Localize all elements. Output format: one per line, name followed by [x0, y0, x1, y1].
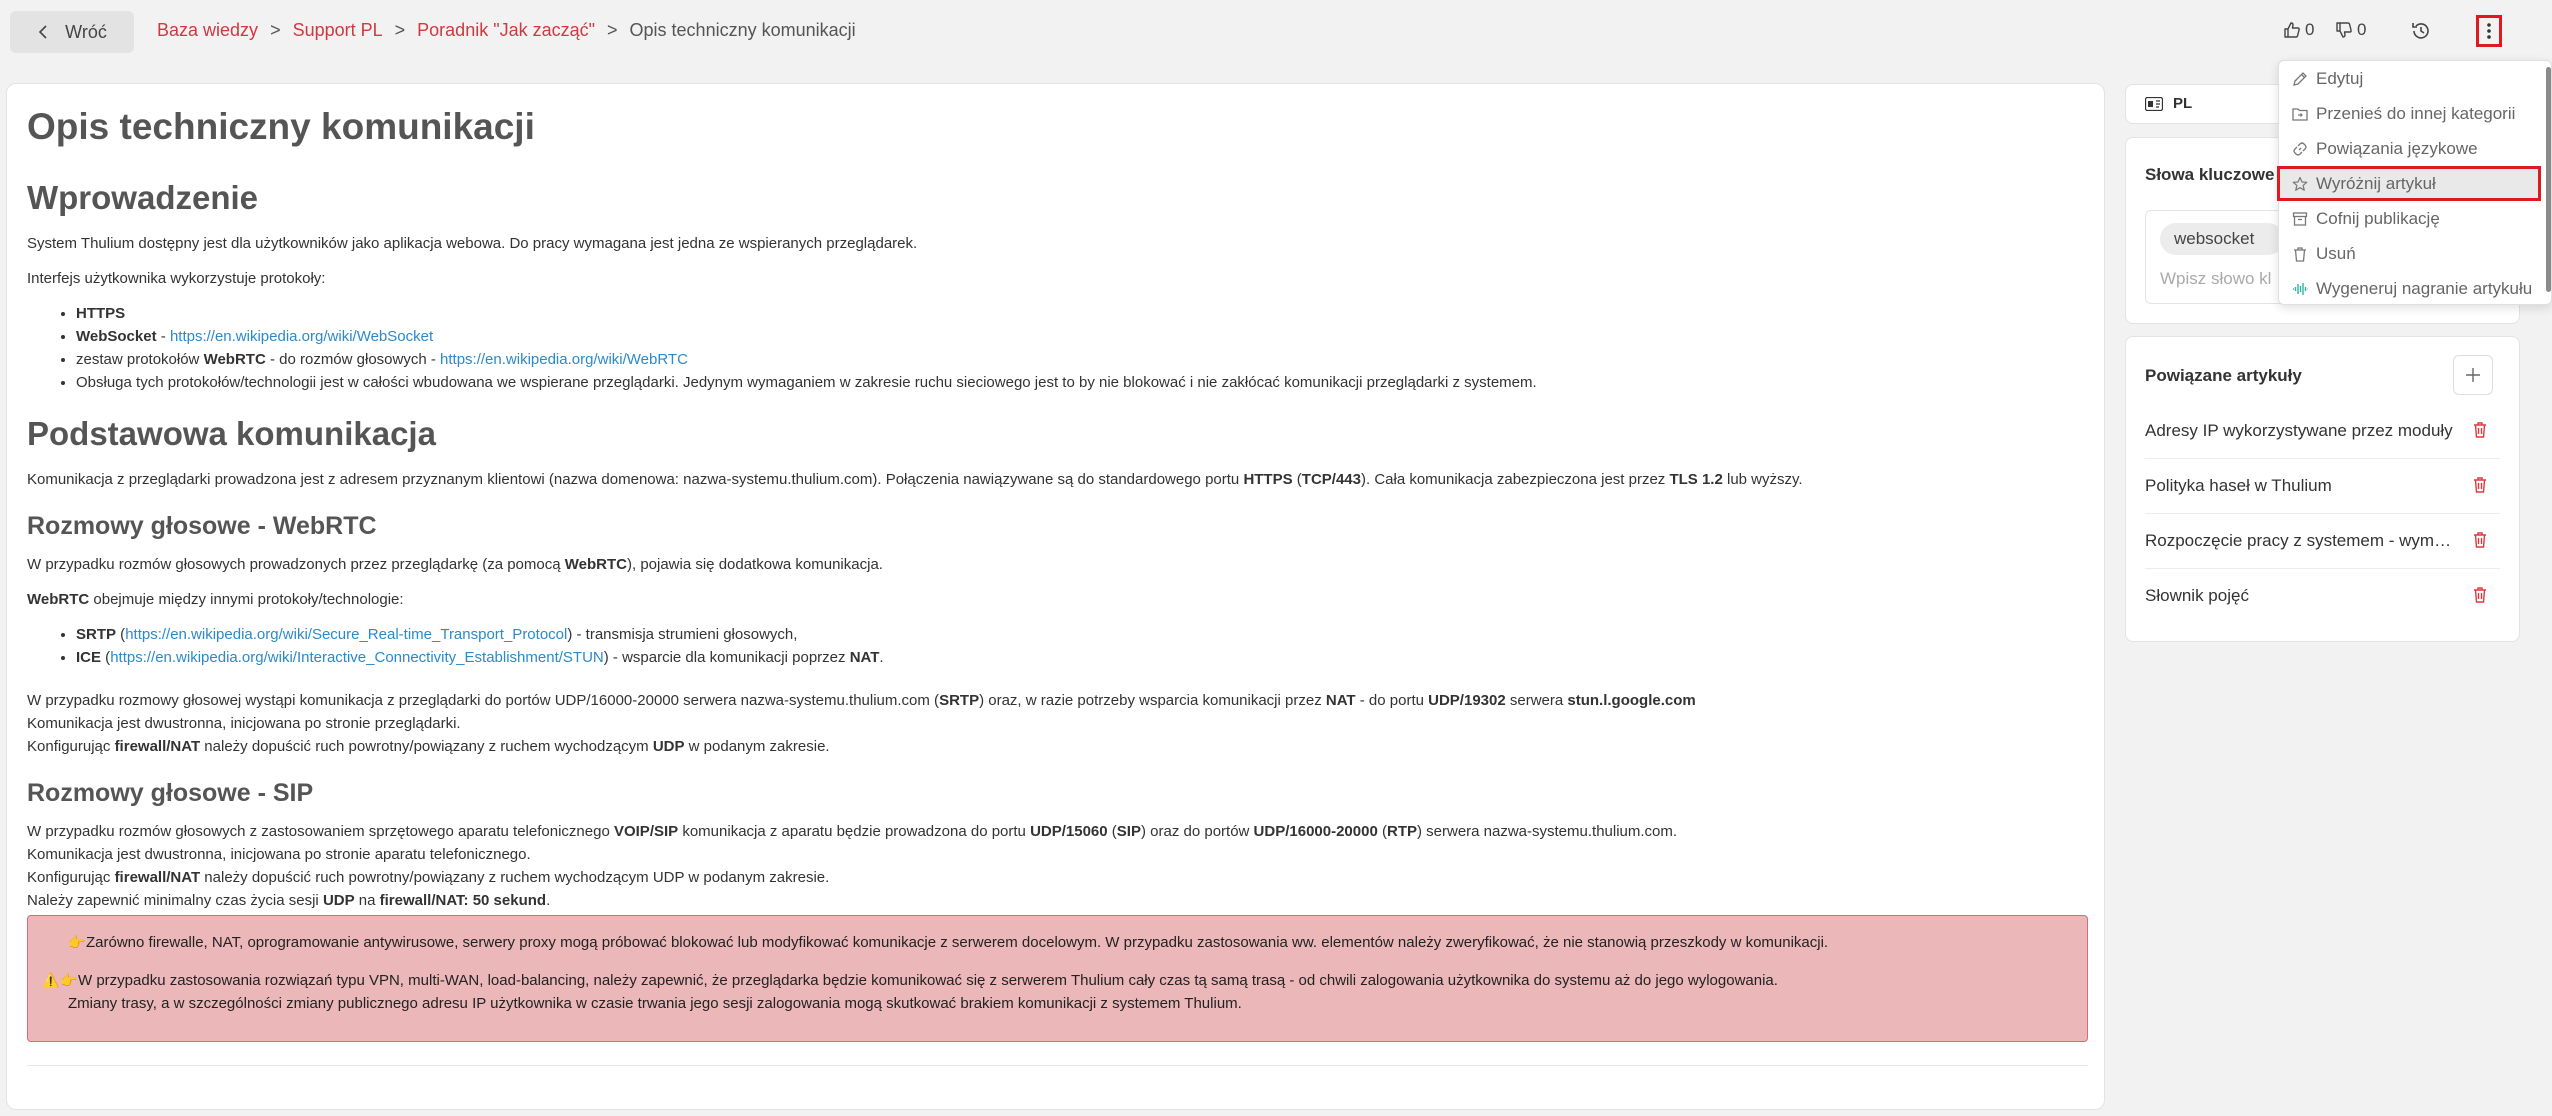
alert-line: Zmiany trasy, a w szczególności zmiany p… [68, 995, 1242, 1012]
page-title: Opis techniczny komunikacji [27, 106, 535, 147]
warning-icon: ⚠️ [42, 972, 60, 988]
menu-item-edit[interactable]: Edytuj [2279, 61, 2541, 96]
related-article-item: Polityka haseł w Thulium [2145, 459, 2500, 514]
sip-session-paragraph: Należy zapewnić minimalny czas życia ses… [27, 892, 551, 909]
srtp-link[interactable]: https://en.wikipedia.org/wiki/Secure_Rea… [125, 626, 567, 643]
basic-paragraph: Komunikacja z przeglądarki prowadzona je… [27, 471, 1803, 488]
more-options-button[interactable] [2476, 15, 2502, 47]
related-article-link[interactable]: Polityka haseł w Thulium [2145, 476, 2455, 496]
webrtc-protocols-intro: WebRTC obejmuje między innymi protokoły/… [27, 591, 404, 608]
menu-item-language-links[interactable]: Powiązania językowe [2279, 131, 2541, 166]
related-article-link[interactable]: Słownik pojęć [2145, 586, 2455, 606]
like-button[interactable]: 0 [2283, 20, 2314, 40]
breadcrumb-separator: > [394, 20, 406, 40]
like-count: 0 [2305, 20, 2315, 39]
related-article-link[interactable]: Rozpoczęcie pracy z systemem - wymagania [2145, 531, 2455, 551]
breadcrumb-separator: > [607, 20, 618, 40]
related-article-item: Rozpoczęcie pracy z systemem - wymagania [2145, 514, 2500, 569]
chevron-left-icon [39, 25, 47, 39]
breadcrumb-item-guide[interactable]: Poradnik "Jak zacząć" [417, 20, 595, 41]
section-heading-webrtc: Rozmowy głosowe - WebRTC [27, 512, 377, 540]
trash-icon[interactable] [2472, 476, 2488, 494]
related-article-item: Adresy IP wykorzystywane przez moduły [2145, 404, 2500, 459]
webrtc-ports-paragraph: W przypadku rozmowy głosowej wystąpi kom… [27, 692, 1696, 709]
sip-firewall-paragraph: Konfigurując firewall/NAT należy dopuści… [27, 869, 830, 886]
intro-paragraph: System Thulium dostępny jest dla użytkow… [27, 235, 918, 252]
related-article-item: Słownik pojęć [2145, 569, 2500, 624]
menu-item-generate-audio[interactable]: Wygeneruj nagranie artykułu [2279, 271, 2541, 306]
dislike-button[interactable]: 0 [2335, 20, 2366, 40]
article-content: Opis techniczny komunikacji Wprowadzenie… [27, 106, 2087, 912]
section-heading-intro: Wprowadzenie [27, 179, 259, 216]
plus-icon [2466, 368, 2480, 382]
menu-item-feature-article[interactable]: Wyróżnij artykuł [2277, 166, 2541, 201]
menu-item-delete[interactable]: Usuń [2279, 236, 2541, 271]
trash-icon[interactable] [2472, 421, 2488, 439]
article-card: Opis techniczny komunikacji Wprowadzenie… [6, 83, 2105, 1110]
menu-item-move[interactable]: Przenieś do innej kategorii [2279, 96, 2541, 131]
trash-icon [2294, 246, 2306, 262]
archive-icon [2292, 211, 2308, 226]
audio-wave-icon [2293, 282, 2308, 295]
add-related-button[interactable] [2453, 355, 2493, 395]
section-heading-sip: Rozmowy głosowe - SIP [27, 779, 314, 807]
related-article-link[interactable]: Adresy IP wykorzystywane przez moduły [2145, 421, 2455, 441]
webrtc-link[interactable]: https://en.wikipedia.org/wiki/WebRTC [440, 351, 688, 368]
trash-icon[interactable] [2472, 586, 2488, 604]
sip-paragraph: W przypadku rozmów głosowych z zastosowa… [27, 823, 1678, 840]
language-label: PL [2173, 95, 2193, 112]
pointing-hand-icon: 👉 [68, 934, 86, 950]
keyword-chip[interactable]: websocket [2160, 223, 2285, 255]
divider [27, 1065, 2088, 1066]
list-item: SRTP (https://en.wikipedia.org/wiki/Secu… [76, 623, 2087, 646]
list-item: ICE (https://en.wikipedia.org/wiki/Inter… [76, 646, 2087, 669]
menu-scrollbar[interactable] [2546, 67, 2551, 292]
language-icon [2145, 96, 2163, 111]
breadcrumb-item-support-pl[interactable]: Support PL [293, 20, 383, 41]
back-button[interactable]: Wróć [10, 11, 134, 53]
link-icon [2293, 141, 2307, 156]
trash-icon[interactable] [2472, 531, 2488, 549]
protocols-intro: Interfejs użytkownika wykorzystuje proto… [27, 270, 326, 287]
top-bar: Wróć Baza wiedzy > Support PL > Poradnik… [0, 0, 2552, 62]
webrtc-paragraph: W przypadku rozmów głosowych prowadzonyc… [27, 556, 883, 573]
breadcrumb-current: Opis techniczny komunikacji [629, 20, 856, 40]
breadcrumb-separator: > [270, 20, 281, 40]
thumbs-up-icon [2284, 22, 2300, 38]
thumbs-down-icon [2336, 22, 2352, 38]
dislike-count: 0 [2357, 20, 2367, 39]
ice-link[interactable]: https://en.wikipedia.org/wiki/Interactiv… [110, 649, 604, 666]
webrtc-direction-paragraph: Komunikacja jest dwustronna, inicjowana … [27, 715, 461, 732]
language-selector[interactable]: PL [2145, 95, 2192, 112]
history-icon[interactable] [2410, 20, 2432, 42]
warning-alert: 👉Zarówno firewalle, NAT, oprogramowanie … [27, 915, 2088, 1042]
more-options-menu: Edytuj Przenieś do innej kategorii Powią… [2277, 60, 2552, 306]
list-item: HTTPS [76, 302, 2087, 325]
menu-item-unpublish[interactable]: Cofnij publikację [2279, 201, 2541, 236]
alert-line: ⚠️👉W przypadku zastosowania rozwiązań ty… [42, 969, 1778, 992]
back-button-label: Wróć [65, 21, 107, 42]
sip-direction-paragraph: Komunikacja jest dwustronna, inicjowana … [27, 846, 531, 863]
protocols-list: HTTPS WebSocket - https://en.wikipedia.o… [27, 302, 2087, 394]
star-icon [2292, 176, 2308, 191]
breadcrumb-item-knowledge-base[interactable]: Baza wiedzy [157, 20, 258, 41]
webrtc-protocols-list: SRTP (https://en.wikipedia.org/wiki/Secu… [27, 623, 2087, 669]
webrtc-firewall-paragraph: Konfigurując firewall/NAT należy dopuści… [27, 738, 830, 755]
keyword-input-placeholder[interactable]: Wpisz słowo kl [2160, 269, 2271, 289]
kebab-icon [2487, 23, 2491, 39]
breadcrumb: Baza wiedzy > Support PL > Poradnik "Jak… [157, 20, 856, 41]
websocket-link[interactable]: https://en.wikipedia.org/wiki/WebSocket [170, 328, 433, 345]
section-heading-basic: Podstawowa komunikacja [27, 415, 436, 452]
related-articles-title: Powiązane artykuły [2145, 366, 2302, 385]
pointing-hand-icon: 👉 [60, 972, 78, 988]
alert-line: 👉Zarówno firewalle, NAT, oprogramowanie … [68, 931, 1828, 954]
list-item: Obsługa tych protokołów/technologii jest… [76, 371, 2087, 394]
list-item: zestaw protokołów WebRTC - do rozmów gło… [76, 348, 2087, 371]
move-folder-icon [2292, 107, 2308, 121]
related-articles-card: Powiązane artykuły Adresy IP wykorzystyw… [2125, 336, 2520, 642]
keywords-title: Słowa kluczowe [2145, 165, 2275, 184]
list-item: WebSocket - https://en.wikipedia.org/wik… [76, 325, 2087, 348]
edit-icon [2293, 71, 2307, 86]
